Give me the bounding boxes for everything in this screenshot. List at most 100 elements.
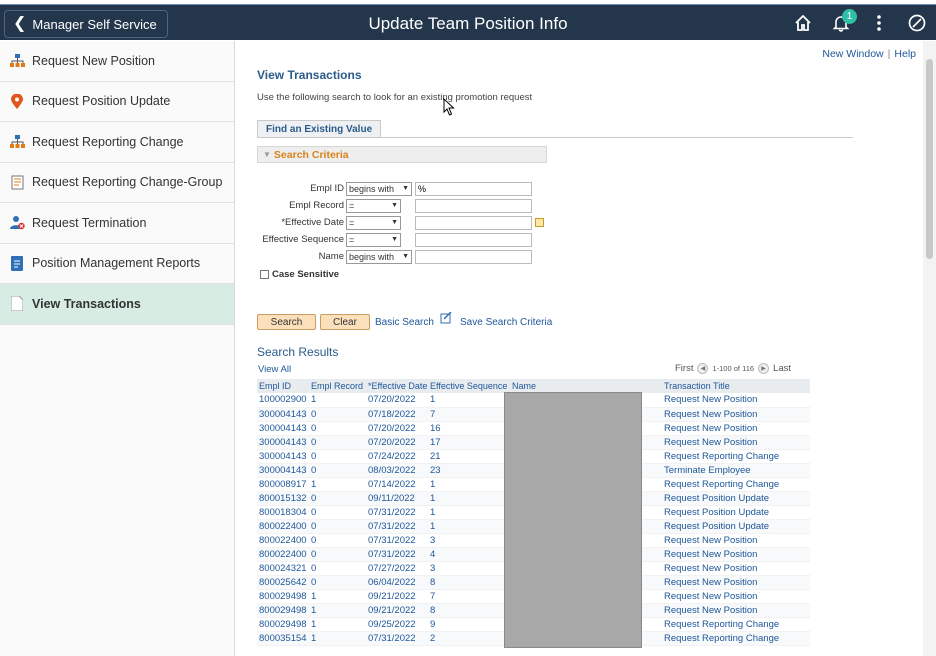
table-cell[interactable]: 0 [309, 435, 366, 450]
navbar-icon[interactable] [898, 5, 936, 41]
table-cell[interactable]: 1 [428, 477, 510, 492]
name-operator[interactable]: begins with ▼ [346, 249, 412, 264]
table-cell[interactable]: 07/14/2022 [366, 477, 428, 492]
table-cell[interactable]: 07/24/2022 [366, 449, 428, 464]
empl-record-operator[interactable]: = ▼ [346, 198, 401, 213]
table-cell[interactable]: 800029498 [257, 589, 309, 604]
view-all-link[interactable]: View All [258, 364, 291, 375]
table-cell[interactable]: 07/18/2022 [366, 407, 428, 422]
sidebar-item-request-position-update[interactable]: Request Position Update [0, 82, 234, 122]
table-cell[interactable]: 0 [309, 561, 366, 576]
table-cell[interactable]: Request New Position [662, 589, 810, 604]
effective-date-input[interactable] [415, 215, 532, 230]
table-cell[interactable]: 300004143 [257, 463, 309, 478]
sidebar-item-request-termination[interactable]: Request Termination [0, 203, 234, 244]
search-button[interactable]: Search [257, 314, 316, 330]
table-cell[interactable]: Request New Position [662, 547, 810, 562]
effective-sequence-input[interactable] [415, 232, 532, 247]
last-link[interactable]: Last [773, 363, 791, 374]
table-cell[interactable]: 23 [428, 463, 510, 478]
save-search-criteria-link[interactable]: Save Search Criteria [460, 317, 552, 328]
table-cell[interactable]: 0 [309, 421, 366, 436]
table-cell[interactable]: Request New Position [662, 393, 810, 408]
table-cell[interactable]: 1 [309, 477, 366, 492]
table-cell[interactable]: Request New Position [662, 561, 810, 576]
table-cell[interactable]: 1 [309, 617, 366, 632]
table-cell[interactable]: 21 [428, 449, 510, 464]
calendar-icon[interactable] [535, 218, 544, 227]
tab-find-existing-value[interactable]: Find an Existing Value [257, 120, 382, 137]
bell-icon[interactable]: 1 [822, 5, 860, 41]
page-scrollbar[interactable] [923, 41, 936, 656]
table-cell[interactable]: 800024321 [257, 561, 309, 576]
effective-date-operator[interactable]: = ▼ [346, 215, 401, 230]
sidebar-item-request-new-position[interactable]: Request New Position [0, 41, 234, 82]
case-sensitive-checkbox[interactable]: Case Sensitive [260, 269, 339, 280]
table-cell[interactable]: 4 [428, 547, 510, 562]
table-cell[interactable]: Request Position Update [662, 491, 810, 506]
table-cell[interactable]: 300004143 [257, 449, 309, 464]
table-cell[interactable]: 800015132 [257, 491, 309, 506]
table-cell[interactable]: 800029498 [257, 603, 309, 618]
scrollbar-thumb[interactable] [926, 59, 933, 259]
table-cell[interactable]: 2 [428, 631, 510, 646]
table-cell[interactable]: 800008917 [257, 477, 309, 492]
table-cell[interactable]: 06/04/2022 [366, 575, 428, 590]
save-criteria-icon[interactable] [440, 311, 452, 324]
table-cell[interactable]: 07/31/2022 [366, 547, 428, 562]
table-cell[interactable]: 3 [428, 533, 510, 548]
table-cell[interactable]: 0 [309, 547, 366, 562]
table-cell[interactable]: 0 [309, 533, 366, 548]
empl-record-input[interactable] [415, 198, 532, 213]
sidebar-item-position-management-reports[interactable]: Position Management Reports [0, 244, 234, 284]
column-header[interactable]: Effective Sequence [428, 379, 510, 393]
table-cell[interactable]: 800022400 [257, 519, 309, 534]
table-cell[interactable]: 08/03/2022 [366, 463, 428, 478]
clear-button[interactable]: Clear [320, 314, 370, 330]
table-cell[interactable]: 1 [309, 589, 366, 604]
table-cell[interactable]: Request Reporting Change [662, 449, 810, 464]
name-input[interactable] [415, 249, 532, 264]
table-cell[interactable]: 0 [309, 519, 366, 534]
table-cell[interactable]: 100002900 [257, 393, 309, 408]
table-cell[interactable]: Request New Position [662, 603, 810, 618]
column-header[interactable]: *Effective Date [366, 379, 428, 393]
table-cell[interactable]: 09/21/2022 [366, 603, 428, 618]
table-cell[interactable]: Request Reporting Change [662, 617, 810, 632]
table-cell[interactable]: Request Position Update [662, 519, 810, 534]
table-cell[interactable]: 3 [428, 561, 510, 576]
table-cell[interactable]: Request New Position [662, 533, 810, 548]
table-cell[interactable]: 07/20/2022 [366, 435, 428, 450]
table-cell[interactable]: 800018304 [257, 505, 309, 520]
table-cell[interactable]: Request Reporting Change [662, 631, 810, 646]
table-cell[interactable]: 09/11/2022 [366, 491, 428, 506]
table-cell[interactable]: 1 [309, 631, 366, 646]
table-cell[interactable]: 1 [309, 393, 366, 408]
table-cell[interactable]: 800025642 [257, 575, 309, 590]
basic-search-link[interactable]: Basic Search [375, 317, 434, 328]
checkbox[interactable] [260, 270, 269, 279]
table-cell[interactable]: 8 [428, 575, 510, 590]
table-cell[interactable]: 7 [428, 407, 510, 422]
column-header[interactable]: Name [510, 379, 662, 393]
back-button[interactable]: ❮ Manager Self Service [4, 10, 168, 38]
table-cell[interactable]: 07/27/2022 [366, 561, 428, 576]
table-cell[interactable]: 1 [309, 603, 366, 618]
table-cell[interactable]: 1 [428, 393, 510, 408]
table-cell[interactable]: 1 [428, 491, 510, 506]
table-cell[interactable]: 300004143 [257, 407, 309, 422]
table-cell[interactable]: Terminate Employee [662, 463, 810, 478]
search-criteria-header[interactable]: ▼ Search Criteria [257, 146, 547, 163]
table-cell[interactable]: 0 [309, 463, 366, 478]
table-cell[interactable]: Request Reporting Change [662, 477, 810, 492]
table-cell[interactable]: Request New Position [662, 421, 810, 436]
table-cell[interactable]: 1 [428, 519, 510, 534]
table-cell[interactable]: 300004143 [257, 421, 309, 436]
table-cell[interactable]: Request New Position [662, 575, 810, 590]
table-cell[interactable]: Request New Position [662, 407, 810, 422]
table-cell[interactable]: 0 [309, 575, 366, 590]
table-cell[interactable]: 7 [428, 589, 510, 604]
table-cell[interactable]: 1 [428, 505, 510, 520]
table-cell[interactable]: 07/20/2022 [366, 393, 428, 408]
table-cell[interactable]: 300004143 [257, 435, 309, 450]
